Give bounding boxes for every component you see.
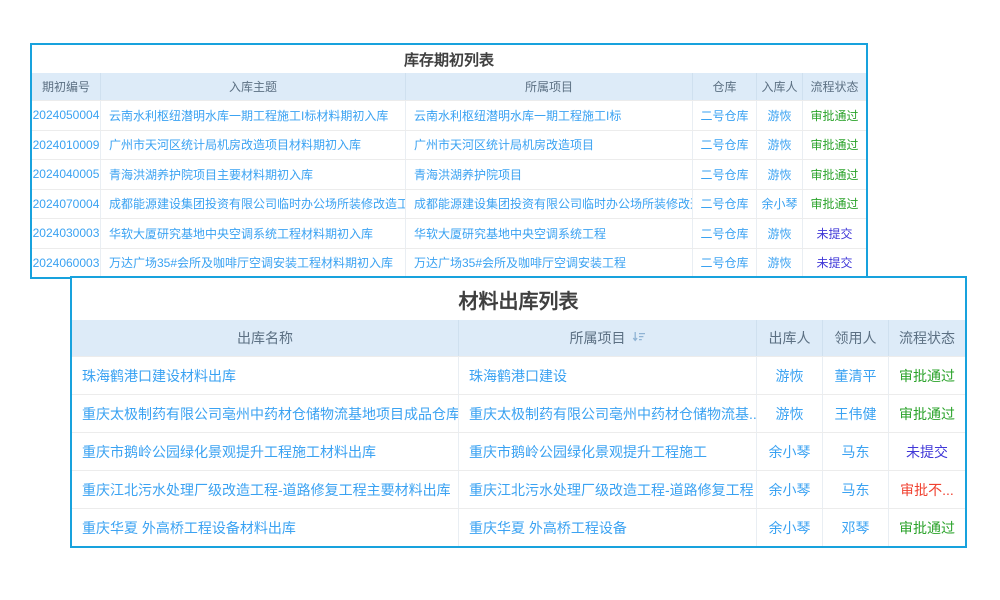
- status-badge: 审批通过: [803, 131, 866, 160]
- inventory-initial-list-panel: 库存期初列表 期初编号 入库主题 所属项目 仓库 入库人 流程状态 202405…: [30, 43, 868, 279]
- status-badge: 审批通过: [889, 357, 965, 394]
- recipient-cell: 马东: [823, 433, 889, 470]
- inbound-subject-link[interactable]: 华软大厦研究基地中央空调系统工程材料期初入库: [101, 219, 406, 248]
- column-header-recipient: 领用人: [823, 320, 889, 356]
- inbound-subject-link[interactable]: 广州市天河区统计局机房改造项目材料期初入库: [101, 131, 406, 160]
- warehouse-cell: 二号仓库: [693, 160, 757, 189]
- inbound-subject-link[interactable]: 成都能源建设集团投资有限公司临时办公场所装修改造工程EPC...: [101, 190, 406, 219]
- table-row: 珠海鹤港口建设材料出库珠海鹤港口建设游恢董清平审批通过: [72, 356, 965, 394]
- column-header-project-sortable[interactable]: 所属项目: [459, 320, 757, 356]
- status-badge: 未提交: [803, 219, 866, 248]
- column-header-project-label: 所属项目: [570, 328, 626, 348]
- project-link[interactable]: 重庆华夏 外高桥工程设备: [459, 509, 757, 546]
- project-link[interactable]: 青海洪湖养护院项目: [406, 160, 693, 189]
- project-link[interactable]: 华软大厦研究基地中央空调系统工程: [406, 219, 693, 248]
- warehouse-cell: 二号仓库: [693, 190, 757, 219]
- outbound-table-body: 珠海鹤港口建设材料出库珠海鹤港口建设游恢董清平审批通过重庆太极制药有限公司亳州中…: [72, 356, 965, 546]
- table-row: 2024040005青海洪湖养护院项目主要材料期初入库青海洪湖养护院项目二号仓库…: [32, 159, 866, 189]
- recipient-cell: 王伟健: [823, 395, 889, 432]
- table-row: 2024070004成都能源建设集团投资有限公司临时办公场所装修改造工程EPC.…: [32, 189, 866, 219]
- sort-descending-icon[interactable]: [632, 330, 646, 346]
- warehouse-cell: 二号仓库: [693, 101, 757, 130]
- status-badge: 审批通过: [803, 101, 866, 130]
- table-row: 2024050004云南水利枢纽潜明水库一期工程施工I标材料期初入库云南水利枢纽…: [32, 100, 866, 130]
- outbound-person-cell: 游恢: [757, 357, 823, 394]
- warehouse-cell: 二号仓库: [693, 219, 757, 248]
- status-badge: 审批通过: [803, 190, 866, 219]
- status-badge: 审批通过: [889, 395, 965, 432]
- inventory-table-body: 2024050004云南水利枢纽潜明水库一期工程施工I标材料期初入库云南水利枢纽…: [32, 100, 866, 277]
- column-header-initial-id: 期初编号: [32, 73, 101, 100]
- initial-id-link[interactable]: 2024070004: [32, 190, 101, 219]
- project-link[interactable]: 重庆江北污水处理厂级改造工程-道路修复工程: [459, 471, 757, 508]
- inbound-person-cell: 游恢: [757, 249, 803, 278]
- outbound-person-cell: 余小琴: [757, 433, 823, 470]
- project-link[interactable]: 重庆太极制药有限公司亳州中药材仓储物流基...: [459, 395, 757, 432]
- inbound-person-cell: 游恢: [757, 101, 803, 130]
- column-header-inbound-subject: 入库主题: [101, 73, 406, 100]
- project-link[interactable]: 万达广场35#会所及咖啡厅空调安装工程: [406, 249, 693, 278]
- column-header-warehouse: 仓库: [693, 73, 757, 100]
- column-header-project: 所属项目: [406, 73, 693, 100]
- column-header-workflow-status: 流程状态: [889, 320, 965, 356]
- initial-id-link[interactable]: 2024030003: [32, 219, 101, 248]
- warehouse-cell: 二号仓库: [693, 131, 757, 160]
- outbound-name-link[interactable]: 重庆市鹅岭公园绿化景观提升工程施工材料出库: [72, 433, 459, 470]
- status-badge: 未提交: [889, 433, 965, 470]
- project-link[interactable]: 成都能源建设集团投资有限公司临时办公场所装修改造工程...: [406, 190, 693, 219]
- outbound-page-title: 材料出库列表: [72, 278, 965, 320]
- status-badge: 审批通过: [889, 509, 965, 546]
- column-header-outbound-name: 出库名称: [72, 320, 459, 356]
- recipient-cell: 马东: [823, 471, 889, 508]
- project-link[interactable]: 云南水利枢纽潜明水库一期工程施工I标: [406, 101, 693, 130]
- inventory-page-title: 库存期初列表: [32, 45, 866, 73]
- inbound-subject-link[interactable]: 万达广场35#会所及咖啡厅空调安装工程材料期初入库: [101, 249, 406, 278]
- table-row: 2024030003华软大厦研究基地中央空调系统工程材料期初入库华软大厦研究基地…: [32, 218, 866, 248]
- outbound-person-cell: 游恢: [757, 395, 823, 432]
- column-header-inbound-person: 入库人: [757, 73, 803, 100]
- project-link[interactable]: 广州市天河区统计局机房改造项目: [406, 131, 693, 160]
- status-badge: 审批通过: [803, 160, 866, 189]
- inbound-person-cell: 游恢: [757, 131, 803, 160]
- table-row: 2024060003万达广场35#会所及咖啡厅空调安装工程材料期初入库万达广场3…: [32, 248, 866, 278]
- recipient-cell: 邓琴: [823, 509, 889, 546]
- status-badge: 未提交: [803, 249, 866, 278]
- outbound-person-cell: 余小琴: [757, 509, 823, 546]
- warehouse-cell: 二号仓库: [693, 249, 757, 278]
- outbound-person-cell: 余小琴: [757, 471, 823, 508]
- inbound-person-cell: 余小琴: [757, 190, 803, 219]
- initial-id-link[interactable]: 2024060003: [32, 249, 101, 278]
- material-outbound-list-panel: 材料出库列表 出库名称 所属项目 出库人 领用人 流程状态 珠海鹤港口建设材料出…: [70, 276, 967, 548]
- initial-id-link[interactable]: 2024040005: [32, 160, 101, 189]
- inbound-person-cell: 游恢: [757, 160, 803, 189]
- table-row: 重庆江北污水处理厂级改造工程-道路修复工程主要材料出库重庆江北污水处理厂级改造工…: [72, 470, 965, 508]
- outbound-name-link[interactable]: 重庆太极制药有限公司亳州中药材仓储物流基地项目成品仓库和...: [72, 395, 459, 432]
- inbound-person-cell: 游恢: [757, 219, 803, 248]
- project-link[interactable]: 珠海鹤港口建设: [459, 357, 757, 394]
- outbound-name-link[interactable]: 重庆江北污水处理厂级改造工程-道路修复工程主要材料出库: [72, 471, 459, 508]
- table-row: 2024010009广州市天河区统计局机房改造项目材料期初入库广州市天河区统计局…: [32, 130, 866, 160]
- status-badge: 审批不...: [889, 471, 965, 508]
- outbound-name-link[interactable]: 珠海鹤港口建设材料出库: [72, 357, 459, 394]
- table-row: 重庆华夏 外高桥工程设备材料出库重庆华夏 外高桥工程设备余小琴邓琴审批通过: [72, 508, 965, 546]
- inventory-table-header: 期初编号 入库主题 所属项目 仓库 入库人 流程状态: [32, 73, 866, 100]
- outbound-table-header: 出库名称 所属项目 出库人 领用人 流程状态: [72, 320, 965, 356]
- inbound-subject-link[interactable]: 云南水利枢纽潜明水库一期工程施工I标材料期初入库: [101, 101, 406, 130]
- inbound-subject-link[interactable]: 青海洪湖养护院项目主要材料期初入库: [101, 160, 406, 189]
- column-header-outbound-person: 出库人: [757, 320, 823, 356]
- initial-id-link[interactable]: 2024050004: [32, 101, 101, 130]
- recipient-cell: 董清平: [823, 357, 889, 394]
- outbound-name-link[interactable]: 重庆华夏 外高桥工程设备材料出库: [72, 509, 459, 546]
- project-link[interactable]: 重庆市鹅岭公园绿化景观提升工程施工: [459, 433, 757, 470]
- table-row: 重庆市鹅岭公园绿化景观提升工程施工材料出库重庆市鹅岭公园绿化景观提升工程施工余小…: [72, 432, 965, 470]
- column-header-workflow-status: 流程状态: [803, 73, 866, 100]
- initial-id-link[interactable]: 2024010009: [32, 131, 101, 160]
- table-row: 重庆太极制药有限公司亳州中药材仓储物流基地项目成品仓库和...重庆太极制药有限公…: [72, 394, 965, 432]
